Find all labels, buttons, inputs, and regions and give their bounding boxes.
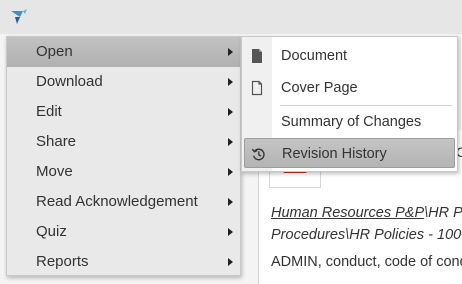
cover-page-icon [251, 80, 263, 96]
menu-item-edit[interactable]: Edit [7, 97, 240, 127]
menu-item-label: Read Acknowledgement [36, 193, 198, 210]
submenu-item-label: Document [281, 48, 348, 64]
submenu-item-label: Summary of Changes [281, 114, 422, 130]
submenu-item-label: Cover Page [281, 80, 358, 96]
submenu-arrow-icon [228, 228, 233, 236]
submenu-item-summary-of-changes[interactable]: Summary of Changes [242, 107, 457, 137]
submenu-item-revision-history[interactable]: Revision History [244, 138, 455, 168]
menu-item-read-acknowledgement[interactable]: Read Acknowledgement [7, 187, 240, 217]
history-icon [251, 148, 265, 161]
submenu-item-document[interactable]: Document [242, 41, 457, 71]
menu-item-label: Reports [36, 253, 89, 270]
menu-item-label: Move [36, 163, 73, 180]
open-submenu: Document Cover Page Summary of Changes R… [241, 36, 458, 172]
submenu-arrow-icon [228, 78, 233, 86]
document-keywords: ADMIN, conduct, code of cond [271, 254, 462, 270]
submenu-arrow-icon [228, 108, 233, 116]
submenu-divider [280, 105, 452, 106]
menu-item-open[interactable]: Open [7, 37, 240, 67]
top-bar [0, 0, 462, 34]
document-path: Human Resources P&P\HR P [271, 202, 462, 224]
context-menu: Open Download Edit Share Move Read Ackno… [6, 36, 241, 276]
menu-item-label: Share [36, 133, 77, 150]
submenu-arrow-icon [228, 48, 233, 56]
submenu-arrow-icon [228, 168, 233, 176]
menu-item-quiz[interactable]: Quiz [7, 217, 240, 247]
path-rest: \HR P [424, 205, 462, 221]
submenu-arrow-icon [228, 138, 233, 146]
menu-item-label: Quiz [36, 223, 67, 240]
submenu-item-label: Revision History [282, 146, 387, 162]
menu-item-share[interactable]: Share [7, 127, 240, 157]
document-path-line-2: Procedures\HR Policies - 100 [271, 227, 462, 243]
menu-item-download[interactable]: Download [7, 67, 240, 97]
menu-item-label: Open [36, 43, 73, 60]
menu-item-label: Download [36, 73, 103, 90]
path-link[interactable]: Human Resources P&P [271, 205, 424, 221]
document-icon [252, 49, 262, 63]
menu-item-label: Edit [36, 103, 62, 120]
submenu-item-cover-page[interactable]: Cover Page [242, 73, 457, 103]
submenu-arrow-icon [228, 258, 233, 266]
menu-item-reports[interactable]: Reports [7, 247, 240, 277]
submenu-arrow-icon [228, 198, 233, 206]
menu-item-move[interactable]: Move [7, 157, 240, 187]
app-logo-icon[interactable] [9, 8, 29, 26]
